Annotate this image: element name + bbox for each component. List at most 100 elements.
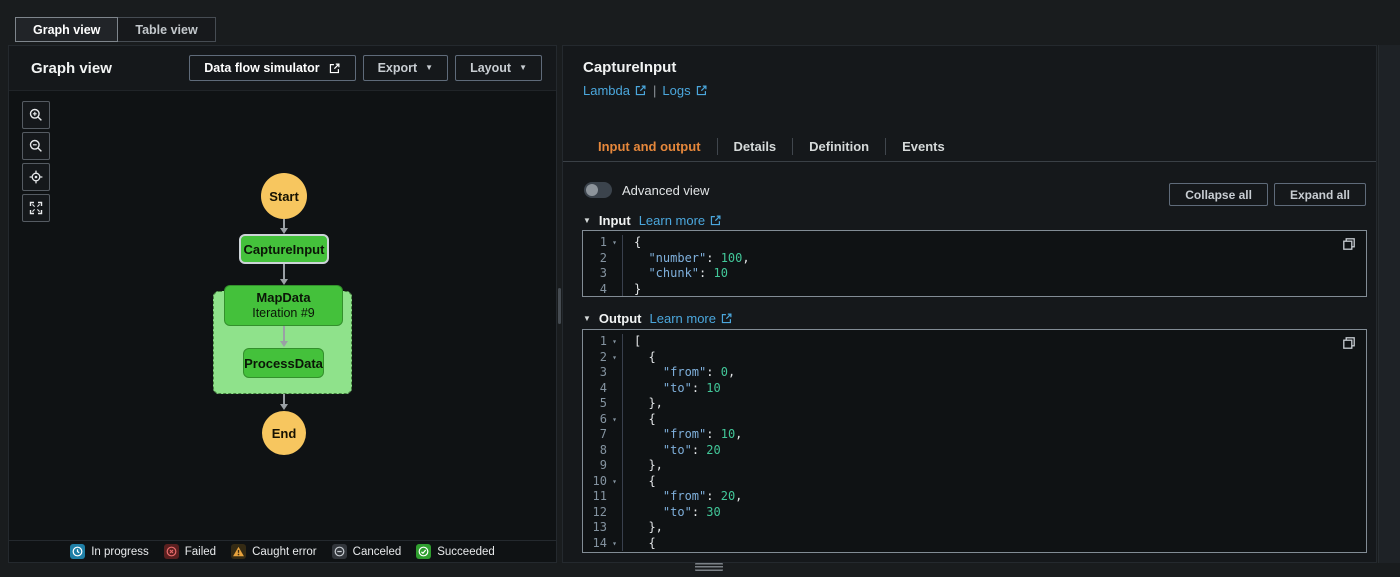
advanced-view-toggle[interactable]	[584, 182, 612, 198]
external-link-icon	[721, 313, 732, 324]
code-text: },	[622, 458, 1366, 474]
line-number: 6	[599, 411, 607, 426]
graph-view-title: Graph view	[31, 59, 112, 77]
section-collapse-icon[interactable]: ▼	[583, 314, 591, 323]
output-json-editor[interactable]: 1 ▾[2 ▾ {3 "from": 0, 4 "to": 10 5 }, 6 ▾ {7 "…	[582, 329, 1367, 553]
collapse-expand-controls: Collapse all Expand all	[1169, 183, 1366, 206]
learn-more-label: Learn more	[638, 213, 706, 228]
resource-links: Lambda | Logs	[583, 83, 708, 98]
advanced-view-row: Advanced view	[584, 182, 709, 198]
input-learn-more-link[interactable]: Learn more	[639, 213, 722, 228]
fold-caret-icon[interactable]: ▾	[607, 350, 622, 366]
copy-output-button[interactable]	[1340, 335, 1358, 353]
zoom-out-button[interactable]	[22, 132, 50, 160]
fold-caret-icon[interactable]: ▾	[607, 235, 622, 251]
status-legend: In progress Failed Caught error Canceled Suc…	[9, 540, 556, 562]
external-link-icon	[696, 85, 707, 96]
data-flow-simulator-button[interactable]: Data flow simulator	[189, 55, 356, 81]
code-text: {	[622, 235, 1366, 251]
export-button[interactable]: Export ▼	[362, 55, 449, 81]
lambda-link[interactable]: Lambda	[583, 83, 647, 98]
state-node-mapdata[interactable]: MapData Iteration #9	[224, 285, 343, 326]
layout-label: Layout	[470, 61, 512, 75]
code-text: {	[622, 473, 1366, 489]
state-node-processdata[interactable]: ProcessData	[243, 348, 324, 378]
logs-link-label: Logs	[662, 83, 691, 98]
logs-link[interactable]: Logs	[662, 83, 707, 98]
code-line: 9 },	[583, 458, 1366, 474]
center-target-icon	[29, 170, 43, 184]
legend-item-failed: Failed	[163, 544, 216, 559]
tab-definition[interactable]: Definition	[793, 139, 885, 154]
fold-caret-icon[interactable]: ▾	[607, 474, 622, 490]
tab-events[interactable]: Events	[886, 139, 961, 154]
drag-grip-icon	[558, 288, 561, 324]
fit-to-screen-icon	[29, 201, 43, 215]
zoom-in-icon	[29, 108, 42, 121]
fold-caret-icon[interactable]: ▾	[607, 334, 622, 350]
code-line: 1 ▾{	[583, 235, 1366, 251]
legend-item-succeeded: Succeeded	[416, 544, 495, 559]
code-text: "to": 30	[622, 504, 1366, 520]
fold-caret-icon[interactable]: ▾	[607, 412, 622, 428]
zoom-controls	[22, 101, 50, 222]
output-learn-more-link[interactable]: Learn more	[650, 311, 733, 326]
section-collapse-icon[interactable]: ▼	[583, 216, 591, 225]
line-number: 1	[599, 235, 607, 249]
code-line: 5 },	[583, 396, 1366, 412]
link-separator: |	[652, 83, 657, 98]
bottom-resize-handle[interactable]	[695, 563, 723, 571]
line-number: 1	[599, 334, 607, 348]
step-functions-execution-screen: Graph view Table view Graph view Data fl…	[0, 0, 1400, 577]
code-text: {	[622, 535, 1366, 551]
page-scrollbar[interactable]	[1378, 45, 1400, 563]
tab-details[interactable]: Details	[718, 139, 793, 154]
code-line: 12 "to": 30	[583, 504, 1366, 521]
lambda-link-label: Lambda	[583, 83, 630, 98]
layout-button[interactable]: Layout ▼	[455, 55, 542, 81]
tab-input-and-output[interactable]: Input and output	[583, 139, 717, 154]
graph-view-panel: Graph view Data flow simulator Export ▼ …	[8, 45, 557, 563]
code-line: 1 ▾[	[583, 334, 1366, 350]
map-iteration-label: Iteration #9	[252, 306, 315, 320]
fit-to-screen-button[interactable]	[22, 194, 50, 222]
code-text: },	[622, 520, 1366, 536]
code-text: "from": 0,	[622, 365, 1366, 381]
tab-graph-view[interactable]: Graph view	[15, 17, 119, 42]
state-node-end[interactable]: End	[262, 411, 306, 455]
line-number: 9	[599, 458, 607, 472]
code-line: 13 },	[583, 520, 1366, 536]
code-line: 2 "number": 100,	[583, 250, 1366, 266]
output-section-header: ▼ Output Learn more	[583, 311, 733, 326]
tab-table-view[interactable]: Table view	[117, 17, 216, 42]
caught-error-icon	[231, 544, 247, 559]
advanced-view-label: Advanced view	[622, 182, 710, 198]
expand-all-button[interactable]: Expand all	[1273, 183, 1366, 206]
line-number: 3	[599, 266, 607, 280]
graph-view-header: Graph view Data flow simulator Export ▼ …	[9, 46, 556, 91]
state-node-captureinput[interactable]: CaptureInput	[239, 234, 329, 264]
state-node-start[interactable]: Start	[261, 173, 307, 219]
legend-label: Succeeded	[437, 545, 495, 558]
input-section-header: ▼ Input Learn more	[583, 213, 722, 228]
code-text: [	[622, 334, 1366, 350]
legend-item-in-progress: In progress	[70, 544, 149, 559]
canceled-icon	[331, 544, 347, 559]
view-switcher: Graph view Table view	[15, 17, 216, 42]
line-number: 10	[592, 473, 607, 488]
legend-label: In progress	[91, 545, 149, 558]
fold-caret-icon[interactable]: ▾	[607, 536, 622, 552]
line-number: 12	[592, 504, 607, 519]
graph-canvas[interactable]: Start CaptureInput MapData Iteration #9 …	[9, 91, 556, 540]
copy-input-button[interactable]	[1340, 236, 1358, 254]
input-json-editor[interactable]: 1 ▾{2 "number": 100, 3 "chunk": 10 4}	[582, 230, 1367, 297]
center-graph-button[interactable]	[22, 163, 50, 191]
code-text: "from": 20,	[622, 489, 1366, 505]
zoom-in-button[interactable]	[22, 101, 50, 129]
edge-capture-to-map	[283, 264, 285, 280]
collapse-all-button[interactable]: Collapse all	[1169, 183, 1268, 206]
chevron-down-icon: ▼	[425, 63, 434, 72]
